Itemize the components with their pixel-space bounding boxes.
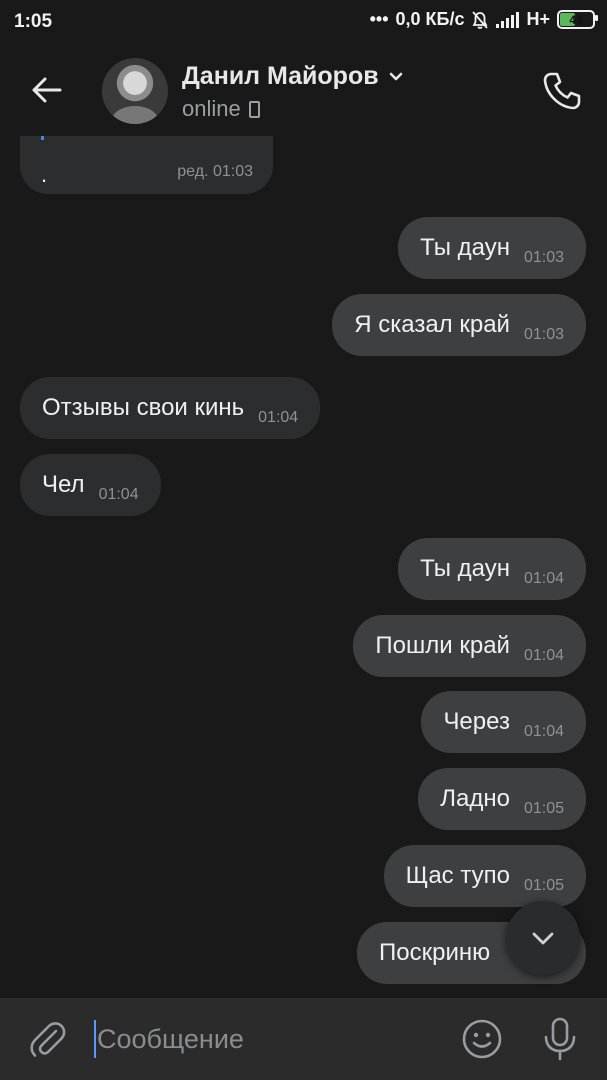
mobile-icon	[248, 100, 260, 118]
message-text: Чел	[42, 471, 85, 498]
contact-name[interactable]: Данил Майоров	[182, 62, 379, 91]
message-time: ред. 01:03	[177, 163, 253, 180]
message-time: 01:05	[523, 800, 564, 817]
more-dots-icon: •••	[369, 9, 389, 29]
message-text: .	[41, 162, 48, 187]
message-time: 01:04	[523, 570, 564, 587]
contact-status: online	[182, 96, 260, 122]
message-text: Пошли край	[375, 632, 510, 659]
battery-icon: 44	[557, 10, 598, 29]
message-bubble-outgoing[interactable]: Ты даун 01:04	[398, 538, 586, 600]
chevron-down-icon	[532, 932, 554, 945]
message-time: 01:03	[523, 326, 564, 343]
message-text: Ладно	[440, 785, 510, 812]
paperclip-icon[interactable]	[26, 1017, 70, 1061]
message-time: 01:04	[98, 486, 139, 503]
status-icons: ••• 0,0 КБ/с H+ 44	[369, 9, 598, 30]
message-time: 01:04	[258, 409, 299, 426]
text-caret	[94, 1020, 96, 1058]
scroll-down-button[interactable]	[506, 901, 580, 975]
avatar[interactable]	[102, 58, 168, 124]
message-list[interactable]: . ред. 01:03 Ты даун 01:03 Я сказал край…	[0, 136, 607, 998]
contact-name-row[interactable]: Данил Майоров	[182, 62, 405, 91]
battery-level: 44	[569, 12, 583, 27]
message-bubble-outgoing[interactable]: Щас тупо 01:05	[383, 845, 586, 907]
network-type: H+	[526, 9, 550, 29]
message-text: Я сказал край	[354, 311, 510, 338]
message-bubble-outgoing[interactable]: Пошли край 01:04	[353, 615, 586, 677]
message-time: 01:03	[523, 249, 564, 266]
message-input-placeholder: Сообщение	[97, 1023, 244, 1054]
message-text: Ты даун	[420, 234, 510, 261]
message-text: Щас тупо	[405, 862, 510, 889]
status-bar: 1:05 ••• 0,0 КБ/с H+ 44	[0, 0, 607, 44]
emoji-icon[interactable]	[460, 1017, 504, 1061]
signal-icon	[496, 11, 520, 28]
message-text: Через	[443, 708, 510, 735]
back-arrow-icon[interactable]	[26, 68, 70, 112]
chevron-down-icon[interactable]	[387, 68, 405, 86]
message-bubble-outgoing[interactable]: Я сказал край 01:03	[332, 294, 586, 356]
mute-bell-icon	[472, 10, 489, 29]
message-text: Отзывы свои кинь	[42, 394, 245, 421]
network-speed: 0,0 КБ/с	[395, 9, 465, 29]
message-bubble-incoming[interactable]: Отзывы свои кинь 01:04	[20, 377, 321, 439]
message-time: 01:05	[523, 877, 564, 894]
message-bubble-outgoing[interactable]: Через 01:04	[421, 691, 586, 753]
message-input[interactable]: Сообщение	[94, 1016, 434, 1062]
message-text: Поскриню	[379, 939, 491, 966]
phone-icon[interactable]	[539, 68, 585, 114]
chat-header: Данил Майоров online	[0, 44, 607, 136]
message-time: 01:04	[523, 723, 564, 740]
status-time: 1:05	[14, 11, 53, 32]
status-text: online	[182, 96, 241, 121]
message-bubble-incoming[interactable]: . ред. 01:03	[20, 136, 273, 194]
message-composer: Сообщение	[0, 998, 607, 1080]
microphone-icon[interactable]	[538, 1015, 582, 1063]
message-text: Ты даун	[420, 555, 510, 582]
message-bubble-outgoing[interactable]: Ты даун 01:03	[398, 217, 586, 279]
message-bubble-incoming[interactable]: Чел 01:04	[20, 454, 161, 516]
message-time: 01:04	[523, 647, 564, 664]
message-bubble-outgoing[interactable]: Ладно 01:05	[418, 768, 586, 830]
